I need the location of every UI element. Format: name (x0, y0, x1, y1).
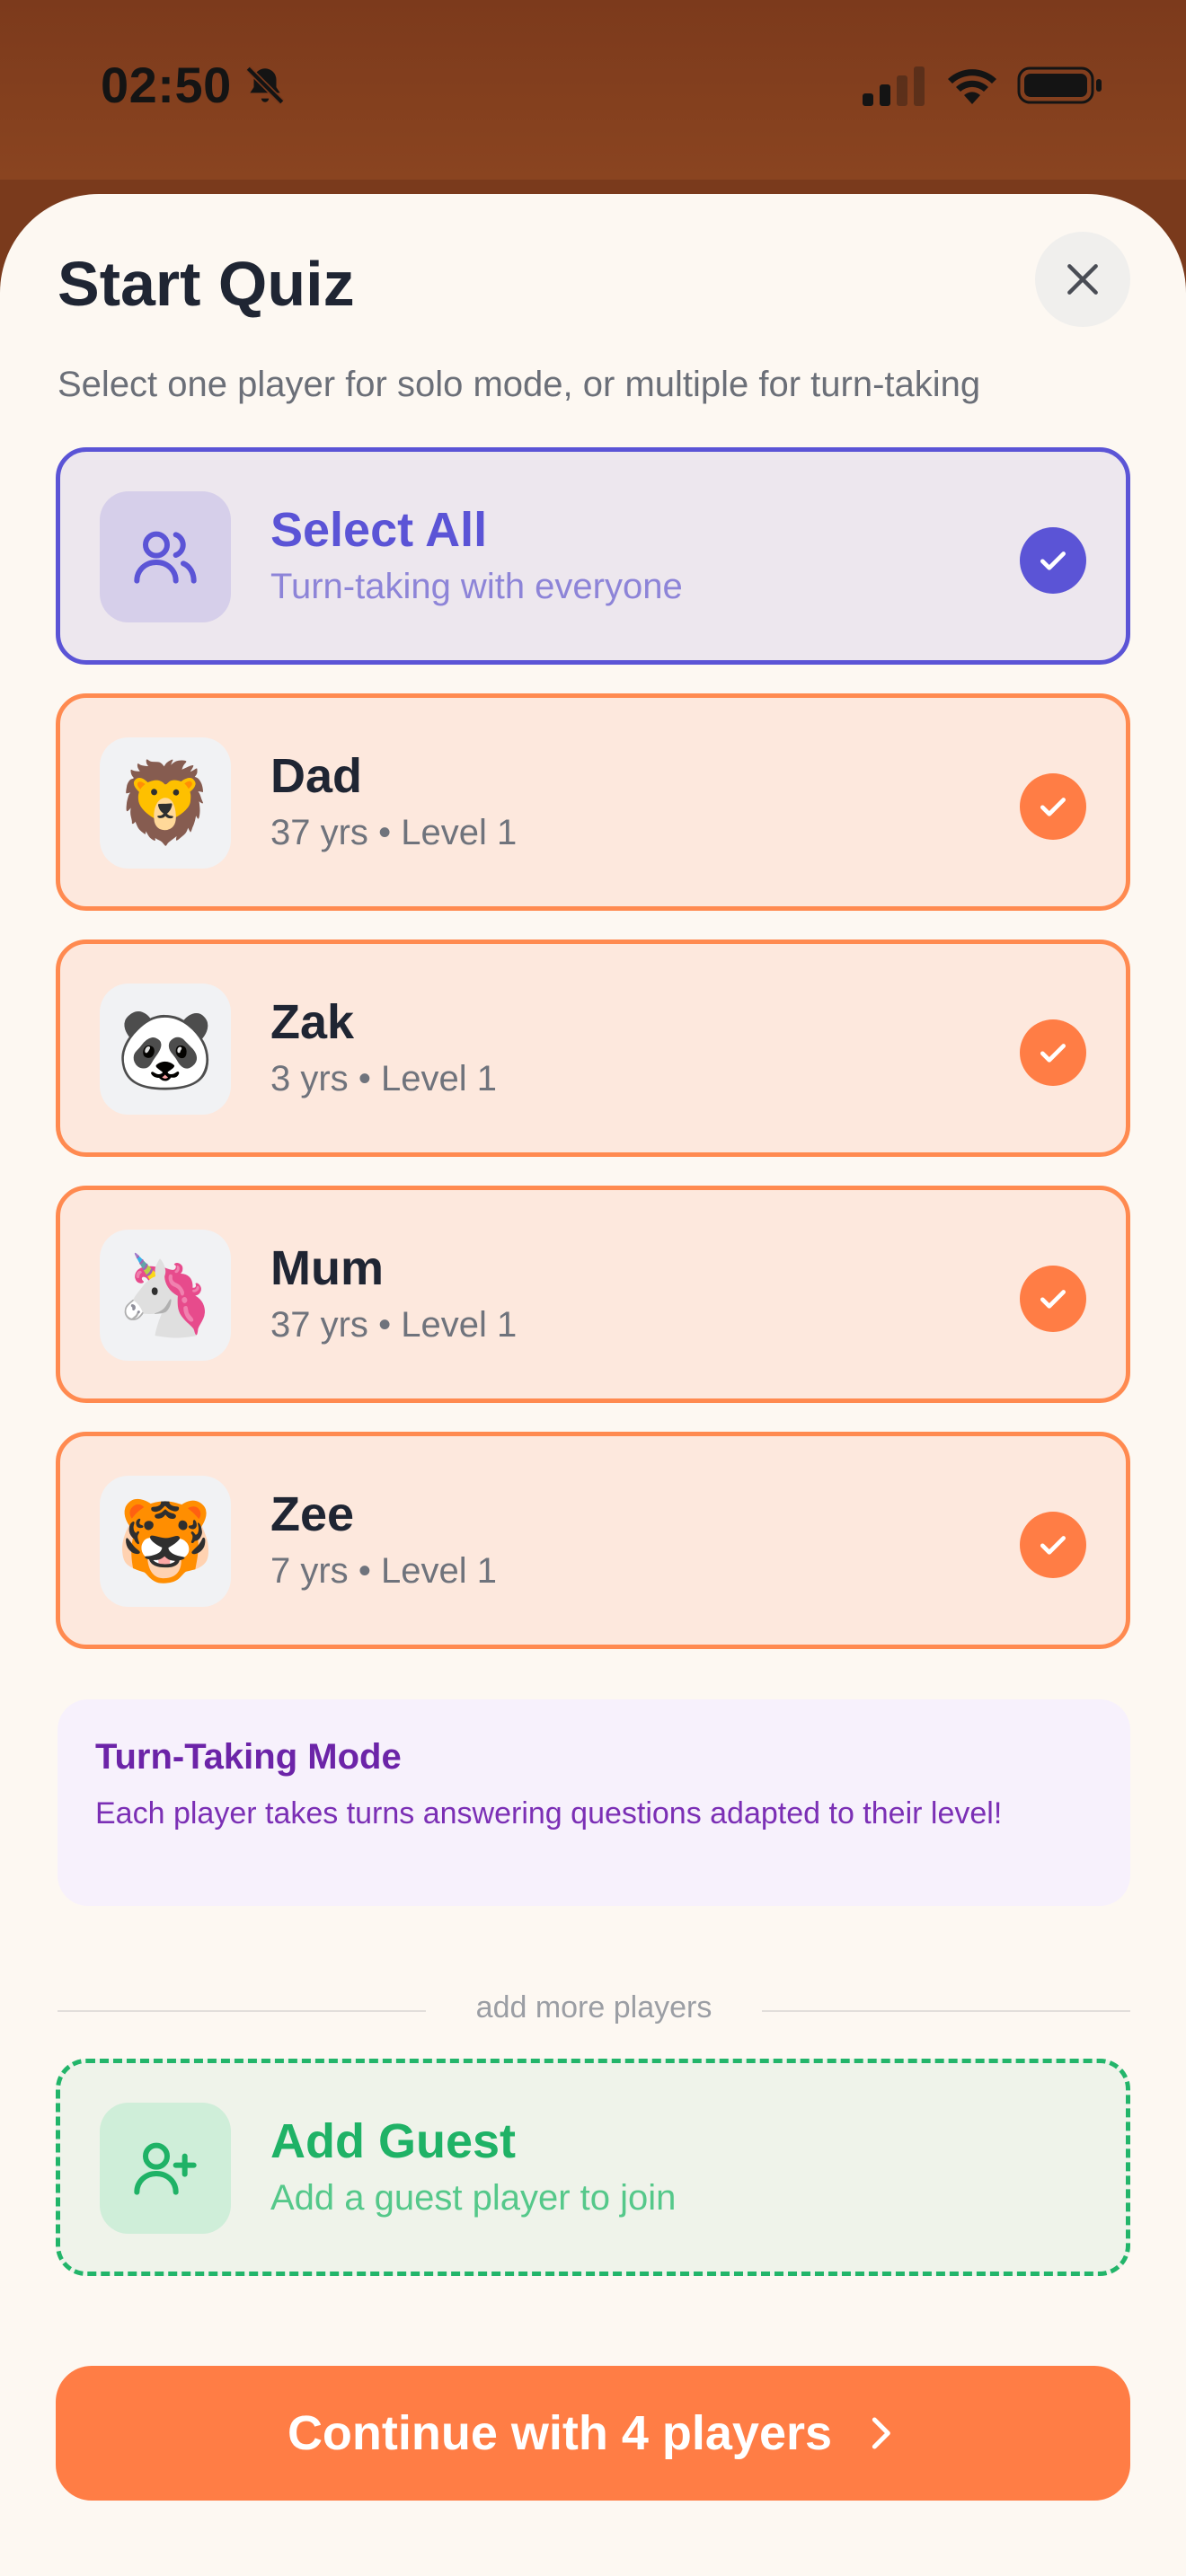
player-card-dad[interactable]: 🦁 Dad 37 yrs • Level 1 (56, 693, 1130, 911)
player-level: Level 1 (380, 1059, 497, 1098)
divider-line (762, 2010, 1130, 2012)
close-icon (1067, 264, 1098, 295)
player-age: 3 yrs (270, 1059, 349, 1098)
player-check[interactable] (1020, 1512, 1086, 1578)
wifi-icon (948, 69, 996, 104)
user-plus-icon (134, 2142, 197, 2195)
add-guest-avatar (100, 2103, 231, 2234)
player-name: Mum (270, 1241, 384, 1295)
player-age: 37 yrs (270, 813, 368, 852)
divider-label: add more players (475, 1990, 712, 2025)
status-time: 02:50 (101, 57, 232, 113)
player-meta: 7 yrs • Level 1 (270, 1551, 497, 1592)
player-name: Dad (270, 749, 363, 803)
player-level: Level 1 (401, 1305, 518, 1345)
signal-icon (863, 66, 925, 106)
sheet-subtitle: Select one player for solo mode, or mult… (58, 365, 981, 404)
battery-icon (1017, 66, 1102, 104)
chevron-right-icon (872, 2417, 890, 2449)
meta-separator: • (378, 1305, 392, 1345)
users-icon (134, 531, 197, 584)
player-avatar: 🐼 (100, 984, 231, 1115)
checkmark-icon (1040, 1536, 1066, 1555)
player-meta: 37 yrs • Level 1 (270, 813, 517, 853)
player-name: Zak (270, 995, 355, 1049)
continue-label: Continue with 4 players (287, 2406, 833, 2460)
player-card-zee[interactable]: 🐯 Zee 7 yrs • Level 1 (56, 1432, 1130, 1649)
checkmark-icon (1040, 551, 1066, 570)
close-button[interactable] (1035, 232, 1130, 327)
continue-button[interactable]: Continue with 4 players (56, 2366, 1130, 2501)
player-age: 7 yrs (270, 1551, 349, 1591)
player-avatar: 🦄 (100, 1230, 231, 1361)
select-all-option[interactable]: Select All Turn-taking with everyone (56, 447, 1130, 665)
player-card-zak[interactable]: 🐼 Zak 3 yrs • Level 1 (56, 940, 1130, 1157)
player-name: Zee (270, 1487, 355, 1541)
turn-taking-info: Turn-Taking Mode Each player takes turns… (58, 1699, 1130, 1906)
player-level: Level 1 (380, 1551, 497, 1591)
checkmark-icon (1040, 798, 1066, 816)
player-level: Level 1 (401, 813, 518, 852)
player-age: 37 yrs (270, 1305, 368, 1345)
player-meta: 3 yrs • Level 1 (270, 1059, 497, 1099)
meta-separator: • (358, 1551, 371, 1591)
turn-taking-title: Turn-Taking Mode (95, 1737, 402, 1777)
bell-slash-icon (245, 66, 285, 105)
select-all-label: Select All (270, 503, 488, 557)
player-check[interactable] (1020, 1266, 1086, 1332)
player-check[interactable] (1020, 1019, 1086, 1086)
select-all-avatar (100, 491, 231, 622)
player-check[interactable] (1020, 773, 1086, 840)
add-guest-description: Add a guest player to join (270, 2178, 677, 2218)
sheet-title: Start Quiz (58, 249, 355, 319)
turn-taking-text: Each player takes turns answering questi… (95, 1796, 1003, 1831)
meta-separator: • (378, 813, 392, 852)
player-avatar: 🐯 (100, 1476, 231, 1607)
player-meta: 37 yrs • Level 1 (270, 1305, 517, 1345)
player-card-mum[interactable]: 🦄 Mum 37 yrs • Level 1 (56, 1186, 1130, 1403)
add-players-divider: add more players (58, 1990, 1130, 2030)
checkmark-icon (1040, 1044, 1066, 1063)
status-bar: 02:50 (0, 0, 1186, 180)
meta-separator: • (358, 1059, 371, 1098)
checkmark-icon (1040, 1290, 1066, 1309)
select-all-check[interactable] (1020, 527, 1086, 594)
add-guest-label: Add Guest (270, 2114, 517, 2168)
add-guest-button[interactable]: Add Guest Add a guest player to join (56, 2059, 1130, 2276)
start-quiz-sheet: Start Quiz Select one player for solo mo… (0, 194, 1186, 2576)
player-avatar: 🦁 (100, 737, 231, 869)
select-all-description: Turn-taking with everyone (270, 567, 683, 606)
